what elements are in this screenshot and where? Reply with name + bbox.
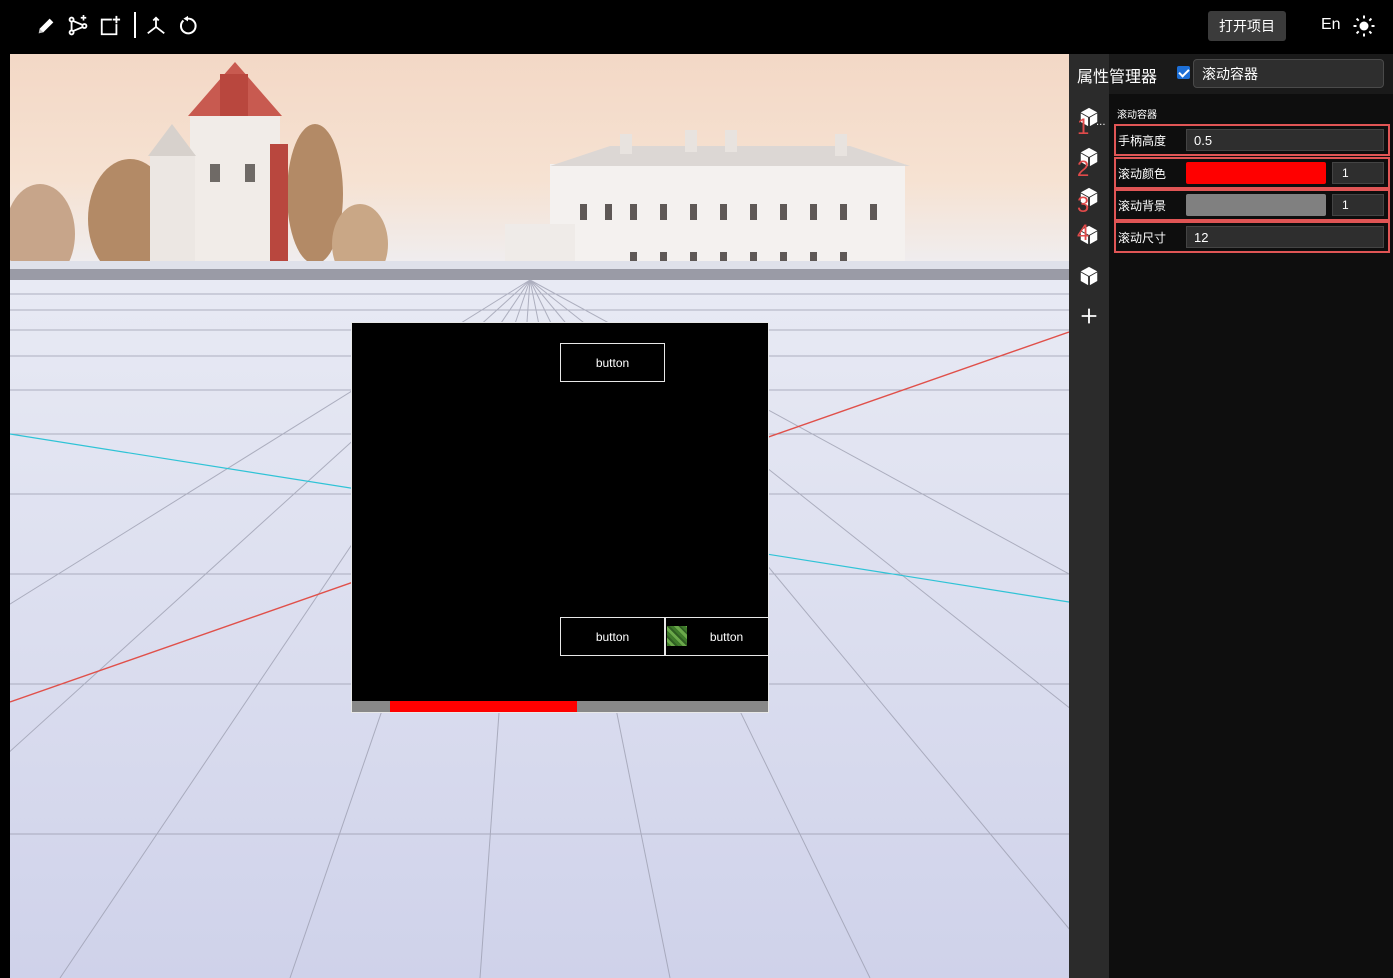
scroll-size-input[interactable]: [1186, 226, 1384, 248]
scroll-background-swatch[interactable]: [1186, 194, 1326, 216]
widget-button-bottom-right[interactable]: button: [665, 617, 768, 656]
axis-gizmo-icon[interactable]: [144, 14, 168, 38]
handle-height-label: 手柄高度: [1118, 134, 1167, 148]
pencil-icon[interactable]: [34, 14, 58, 38]
toolbar-divider: [134, 12, 136, 38]
reset-rotate-icon[interactable]: [176, 14, 200, 38]
scene-viewport[interactable]: button button button: [10, 54, 1069, 978]
scroll-color-swatch[interactable]: [1186, 162, 1326, 184]
node-graph-icon[interactable]: [66, 14, 90, 38]
top-toolbar: 打开项目 En: [0, 0, 1393, 54]
annotation-number: 4: [1077, 220, 1090, 245]
scroll-background-label: 滚动背景: [1118, 199, 1167, 213]
more-indicator: ...: [1096, 117, 1106, 128]
scroll-container-widget[interactable]: button button button: [351, 322, 769, 713]
cube-icon[interactable]: [1078, 265, 1100, 287]
annotation-number: 3: [1077, 192, 1090, 217]
add-frame-icon[interactable]: [98, 14, 122, 38]
panel-title: 属性管理器: [1077, 67, 1158, 86]
scroll-color-alpha-input[interactable]: [1332, 162, 1384, 184]
section-label: 滚动容器: [1117, 110, 1157, 121]
prop-row-scroll-size: 滚动尺寸: [1114, 221, 1390, 253]
annotation-number: 2: [1077, 156, 1090, 181]
scroll-color-label: 滚动颜色: [1118, 167, 1167, 181]
prop-row-handle-height: 手柄高度: [1114, 124, 1390, 156]
widget-button-bottom-left[interactable]: button: [560, 617, 665, 656]
open-project-button[interactable]: 打开项目: [1208, 11, 1286, 41]
component-icon-strip: ... 1 2 3 4: [1069, 54, 1109, 978]
widget-button-top[interactable]: button: [560, 343, 665, 382]
scroll-size-label: 滚动尺寸: [1118, 231, 1167, 245]
prop-row-scroll-background: 滚动背景: [1114, 189, 1390, 221]
annotation-number: 1: [1077, 114, 1090, 139]
language-toggle[interactable]: En: [1321, 16, 1341, 34]
scrollbar-track[interactable]: [352, 701, 768, 712]
prop-row-scroll-color: 滚动颜色: [1114, 157, 1390, 189]
scrollbar-handle[interactable]: [390, 701, 577, 712]
sun-icon[interactable]: [1352, 14, 1376, 38]
scroll-background-alpha-input[interactable]: [1332, 194, 1384, 216]
handle-height-input[interactable]: [1186, 129, 1384, 151]
plus-icon[interactable]: [1078, 305, 1100, 327]
component-name-input[interactable]: [1193, 59, 1384, 88]
visible-checkbox[interactable]: [1177, 66, 1190, 79]
